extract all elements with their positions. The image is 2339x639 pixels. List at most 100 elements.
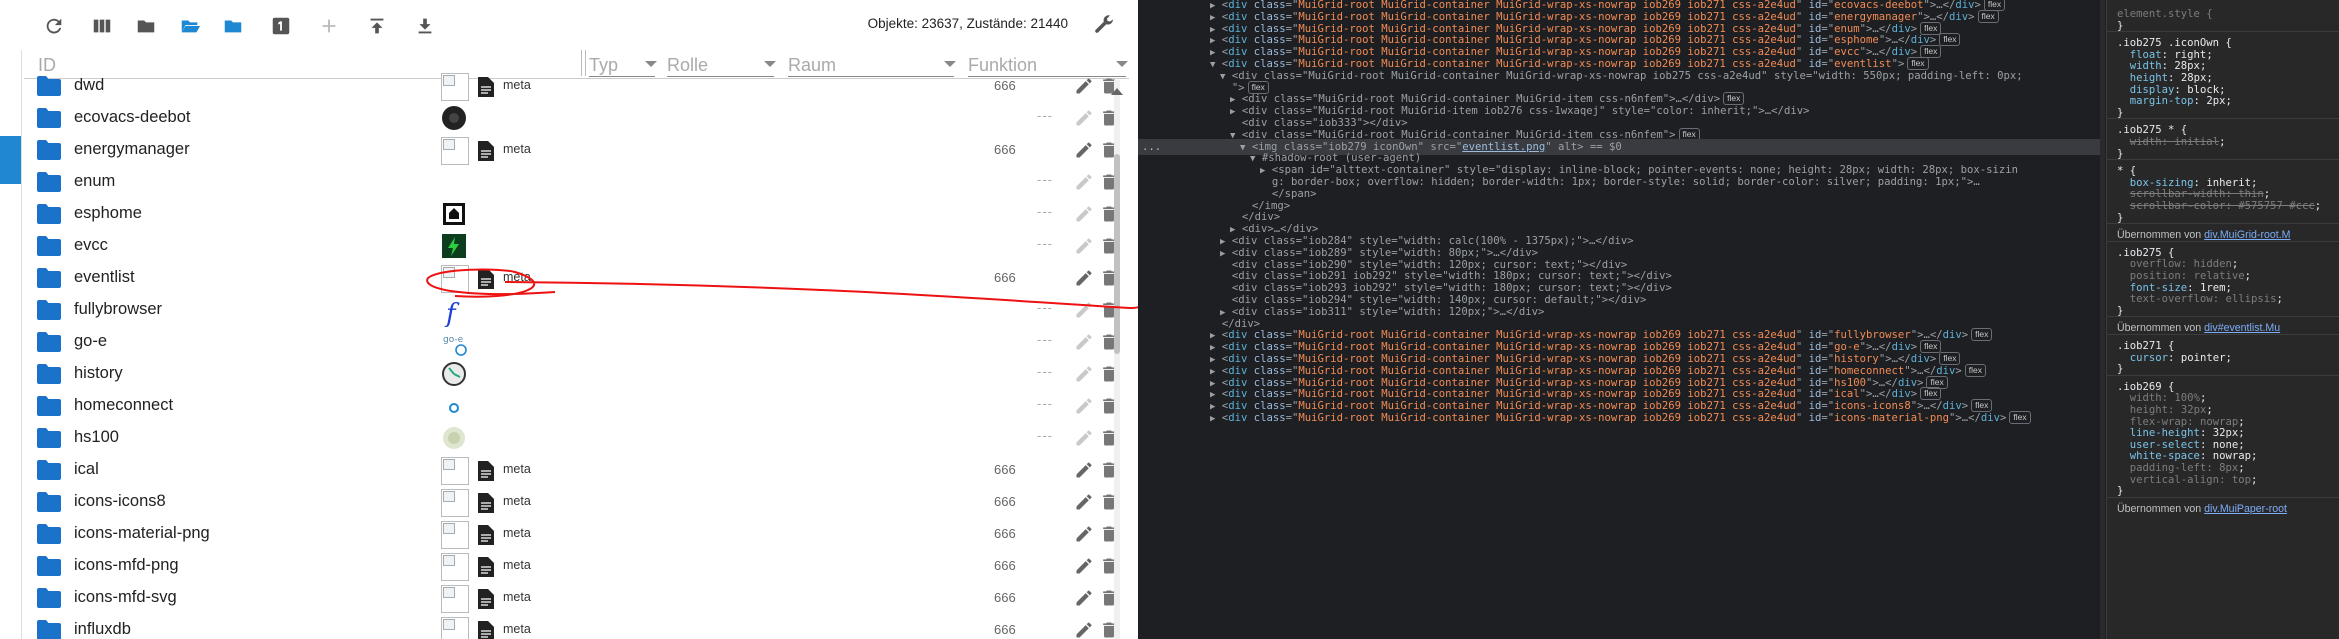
tree-row-history[interactable]: history --- (24, 358, 1115, 390)
inherited-link[interactable]: div.MuiPaper-root (2204, 503, 2287, 515)
tree-row-icons-mfd-svg[interactable]: icons-mfd-svg meta 666 (24, 582, 1115, 614)
scroll-up-icon[interactable] (1111, 88, 1123, 95)
row-name[interactable]: dwd (74, 76, 104, 95)
row-name[interactable]: icons-mfd-png (74, 556, 179, 575)
folder-icon[interactable] (37, 140, 61, 160)
row-name[interactable]: esphome (74, 204, 142, 223)
expand-triangle-icon[interactable]: ▶ (1210, 414, 1215, 424)
tree-row-fullybrowser[interactable]: fullybrowser f --- (24, 294, 1115, 329)
folder-open-icon[interactable] (177, 13, 203, 39)
row-name[interactable]: icons-icons8 (74, 492, 166, 511)
document-icon[interactable] (478, 621, 494, 639)
folder-icon[interactable] (37, 364, 61, 384)
tree-row-energymanager[interactable]: energymanager meta 666 (24, 134, 1115, 166)
document-icon[interactable] (478, 141, 494, 161)
tree-row-homeconnect[interactable]: homeconnect --- (24, 390, 1115, 422)
folder-blue-icon[interactable] (220, 13, 246, 39)
row-dots: --- (1037, 108, 1053, 123)
row-name[interactable]: ecovacs-deebot (74, 108, 191, 127)
row-name[interactable]: ical (74, 460, 99, 479)
folder-icon[interactable] (37, 300, 61, 320)
folder-icon[interactable] (37, 172, 61, 192)
row-name[interactable]: hs100 (74, 428, 119, 447)
download-icon[interactable] (412, 13, 438, 39)
folder-icon[interactable] (37, 460, 61, 480)
folder-icon[interactable] (37, 76, 61, 96)
folder-icon[interactable] (37, 396, 61, 416)
elements-scrollbar[interactable] (2100, 0, 2105, 639)
folder-icon[interactable] (37, 332, 61, 352)
tree-row-icons-icons8[interactable]: icons-icons8 meta 666 (24, 486, 1115, 518)
row-name[interactable]: history (74, 364, 123, 383)
vertical-scrollbar[interactable] (1114, 80, 1120, 639)
edit-icon[interactable] (1074, 76, 1094, 96)
upload-icon[interactable] (364, 13, 390, 39)
edit-icon[interactable] (1074, 620, 1094, 639)
dom-node-line[interactable]: ▶ <div class="MuiGrid-root MuiGrid-conta… (1138, 410, 2100, 426)
folder-icon[interactable] (37, 492, 61, 512)
row-meta: meta (503, 558, 531, 572)
folder-icon[interactable] (37, 428, 61, 448)
folder-icon[interactable] (37, 236, 61, 256)
tree-row-dwd[interactable]: dwd meta 666 (24, 70, 1115, 102)
inherited-link[interactable]: div.MuiGrid-root.M (2204, 229, 2290, 241)
tree-row-icons-mfd-png[interactable]: icons-mfd-png meta 666 (24, 550, 1115, 582)
folder-icon[interactable] (37, 108, 61, 128)
document-icon[interactable] (478, 461, 494, 481)
edit-icon[interactable] (1074, 460, 1094, 480)
tree-row-ecovacs-deebot[interactable]: ecovacs-deebot --- (24, 102, 1115, 134)
inherited-link[interactable]: div#eventlist.Mu (2204, 322, 2280, 334)
edit-icon[interactable] (1074, 492, 1094, 512)
tree-row-go-e[interactable]: go-e go-e --- (24, 326, 1115, 358)
row-name[interactable]: homeconnect (74, 396, 173, 415)
tree-row-hs100[interactable]: hs100 --- (24, 422, 1115, 454)
columns-icon[interactable] (89, 13, 115, 39)
tree-row-influxdb[interactable]: influxdb meta 666 (24, 614, 1115, 639)
add-icon[interactable] (316, 13, 342, 39)
edit-icon[interactable] (1074, 268, 1094, 288)
chevron-down-icon[interactable] (1116, 61, 1128, 67)
document-icon[interactable] (478, 77, 494, 97)
folder-icon[interactable] (37, 268, 61, 288)
folder-icon[interactable] (133, 13, 159, 39)
row-dots: --- (1037, 332, 1053, 347)
row-name[interactable]: icons-mfd-svg (74, 588, 177, 607)
refresh-icon[interactable] (41, 13, 67, 39)
row-name[interactable]: enum (74, 172, 115, 191)
row-name[interactable]: go-e (74, 332, 107, 351)
folder-icon[interactable] (37, 620, 61, 639)
row-name[interactable]: evcc (74, 236, 108, 255)
row-name[interactable]: energymanager (74, 140, 190, 159)
row-name[interactable]: eventlist (74, 268, 135, 287)
edit-icon[interactable] (1074, 556, 1094, 576)
document-icon[interactable] (478, 589, 494, 609)
tree-row-enum[interactable]: enum --- (24, 166, 1115, 198)
folder-icon[interactable] (37, 524, 61, 544)
flex-badge[interactable]: flex (2009, 411, 2031, 424)
tree-row-icons-material-png[interactable]: icons-material-png meta 666 (24, 518, 1115, 550)
document-icon[interactable] (478, 525, 494, 545)
edit-icon[interactable] (1074, 588, 1094, 608)
tree-row-eventlist[interactable]: eventlist meta 666 (24, 262, 1115, 294)
edit-icon[interactable] (1074, 140, 1094, 160)
folder-icon[interactable] (37, 556, 61, 576)
document-icon[interactable] (478, 269, 494, 289)
style-divider (2107, 31, 2339, 33)
chevron-down-icon[interactable] (764, 61, 776, 67)
tree-row-evcc[interactable]: evcc --- (24, 230, 1115, 262)
edit-icon[interactable] (1074, 524, 1094, 544)
tree-row-ical[interactable]: ical meta 666 (24, 454, 1115, 486)
folder-icon[interactable] (37, 588, 61, 608)
tree-row-esphome[interactable]: esphome --- (24, 198, 1115, 230)
folder-icon[interactable] (37, 204, 61, 224)
wrench-icon[interactable] (1090, 11, 1118, 39)
chevron-down-icon[interactable] (645, 61, 657, 67)
row-name[interactable]: influxdb (74, 620, 131, 639)
number-one-icon[interactable] (268, 13, 294, 39)
scrollbar-thumb[interactable] (1114, 154, 1120, 354)
row-name[interactable]: icons-material-png (74, 524, 210, 543)
document-icon[interactable] (478, 557, 494, 577)
document-icon[interactable] (478, 493, 494, 513)
chevron-down-icon[interactable] (944, 61, 956, 67)
row-name[interactable]: fullybrowser (74, 300, 162, 319)
